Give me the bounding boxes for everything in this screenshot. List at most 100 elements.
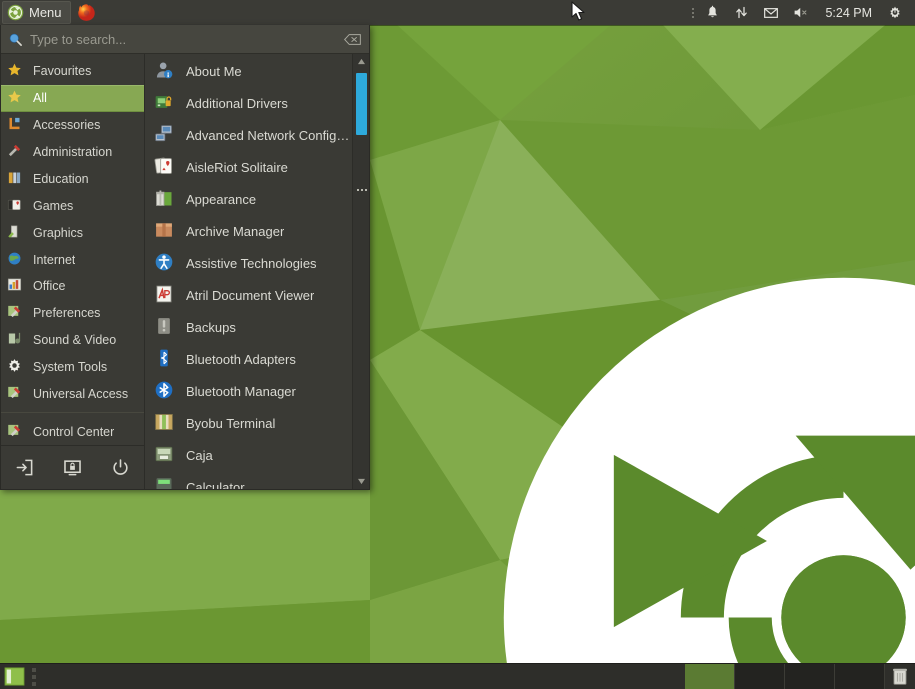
volume-applet[interactable] bbox=[786, 0, 817, 25]
ubuntu-mate-logo-icon bbox=[386, 273, 915, 689]
sidebar-item-label: Preferences bbox=[33, 306, 100, 320]
list-item[interactable]: Atril Document Viewer bbox=[145, 279, 352, 311]
list-item[interactable]: Additional Drivers bbox=[145, 87, 352, 119]
list-item-label: About Me bbox=[186, 64, 242, 79]
gear-icon bbox=[7, 358, 25, 376]
list-item-label: Archive Manager bbox=[186, 224, 284, 239]
sidebar-item-system-tools[interactable]: System Tools bbox=[1, 354, 144, 381]
sidebar-item-universal-access[interactable]: Universal Access bbox=[1, 381, 144, 408]
system-tray: 5:24 PM bbox=[686, 0, 915, 25]
sidebar-separator bbox=[1, 412, 144, 413]
list-item[interactable]: Assistive Technologies bbox=[145, 247, 352, 279]
menu-body: Favourites All Accessories bbox=[1, 54, 369, 489]
office-icon bbox=[7, 277, 25, 295]
appearance-icon bbox=[154, 188, 176, 210]
list-item[interactable]: Advanced Network Configu... bbox=[145, 119, 352, 151]
sidebar-item-label: Favourites bbox=[33, 64, 91, 78]
network-applet[interactable] bbox=[727, 0, 756, 25]
drivers-lock-icon bbox=[154, 92, 176, 114]
sidebar-item-label: Education bbox=[33, 172, 89, 186]
lock-screen-monitor-icon bbox=[63, 458, 82, 477]
sidebar-item-graphics[interactable]: Graphics bbox=[1, 219, 144, 246]
list-item[interactable]: About Me bbox=[145, 55, 352, 87]
list-item[interactable]: Caja bbox=[145, 439, 352, 471]
list-item[interactable]: Calculator bbox=[145, 471, 352, 489]
scroll-up-button[interactable] bbox=[353, 54, 369, 69]
list-item-label: Appearance bbox=[186, 192, 256, 207]
list-item[interactable]: Appearance bbox=[145, 183, 352, 215]
accessories-icon bbox=[7, 116, 25, 134]
session-buttons-row bbox=[1, 445, 144, 489]
bluetooth-adapter-icon bbox=[154, 348, 176, 370]
sidebar-item-label: Internet bbox=[33, 253, 75, 267]
games-cards-icon bbox=[7, 197, 25, 215]
list-item[interactable]: AisleRiot Solitaire bbox=[145, 151, 352, 183]
tray-grip[interactable] bbox=[686, 8, 698, 18]
bluetooth-icon bbox=[154, 380, 176, 402]
list-item-label: Byobu Terminal bbox=[186, 416, 275, 431]
firefox-icon bbox=[77, 3, 96, 22]
scrollbar-track[interactable] bbox=[353, 69, 369, 474]
scroll-down-button[interactable] bbox=[353, 474, 369, 489]
menu-button[interactable]: Menu bbox=[2, 1, 71, 24]
sidebar-item-sound-video[interactable]: Sound & Video bbox=[1, 327, 144, 354]
lock-screen-button[interactable] bbox=[62, 457, 84, 479]
firefox-launcher[interactable] bbox=[76, 2, 98, 24]
backspace-clear-icon[interactable] bbox=[344, 33, 361, 46]
administration-icon bbox=[7, 143, 25, 161]
sidebar-item-education[interactable]: Education bbox=[1, 166, 144, 193]
application-menu: Favourites All Accessories bbox=[0, 25, 370, 490]
sidebar-item-label: Sound & Video bbox=[33, 333, 116, 347]
sidebar-item-games[interactable]: Games bbox=[1, 192, 144, 219]
trash-can-icon bbox=[892, 667, 908, 686]
sidebar-item-all[interactable]: All bbox=[1, 85, 144, 112]
shutdown-button[interactable] bbox=[110, 457, 132, 479]
list-item-label: Caja bbox=[186, 448, 213, 463]
list-item[interactable]: Byobu Terminal bbox=[145, 407, 352, 439]
sidebar-item-administration[interactable]: Administration bbox=[1, 139, 144, 166]
trash-applet[interactable] bbox=[885, 664, 915, 689]
byobu-terminal-icon bbox=[154, 412, 176, 434]
list-item[interactable]: Backups bbox=[145, 311, 352, 343]
calculator-icon bbox=[154, 476, 176, 489]
sidebar-item-preferences[interactable]: Preferences bbox=[1, 300, 144, 327]
network-updown-arrows-icon bbox=[734, 5, 749, 20]
file-manager-icon bbox=[154, 444, 176, 466]
scroll-up-arrow-icon bbox=[357, 58, 366, 65]
list-item[interactable]: Archive Manager bbox=[145, 215, 352, 247]
sidebar-item-label: Control Center bbox=[33, 425, 114, 439]
system-indicator-applet[interactable] bbox=[880, 0, 910, 25]
list-item-label: Backups bbox=[186, 320, 236, 335]
sidebar-item-favourites[interactable]: Favourites bbox=[1, 58, 144, 85]
sidebar-item-label: Graphics bbox=[33, 226, 83, 240]
scrollbar-thumb[interactable] bbox=[356, 73, 367, 135]
workspace-4[interactable] bbox=[835, 664, 885, 689]
education-icon bbox=[7, 170, 25, 188]
notifications-applet[interactable] bbox=[698, 0, 727, 25]
mail-applet[interactable] bbox=[756, 0, 786, 25]
sidebar-item-accessories[interactable]: Accessories bbox=[1, 112, 144, 139]
search-input[interactable] bbox=[30, 32, 337, 47]
workspace-3[interactable] bbox=[785, 664, 835, 689]
list-item[interactable]: Bluetooth Manager bbox=[145, 375, 352, 407]
bottom-panel-grip[interactable] bbox=[26, 668, 42, 686]
star-icon bbox=[7, 89, 25, 107]
sidebar-item-control-center[interactable]: Control Center bbox=[1, 418, 144, 445]
show-desktop-button[interactable] bbox=[2, 666, 26, 688]
sidebar-item-internet[interactable]: Internet bbox=[1, 246, 144, 273]
list-item-label: Atril Document Viewer bbox=[186, 288, 314, 303]
logout-button[interactable] bbox=[14, 457, 36, 479]
sidebar-item-label: Games bbox=[33, 199, 73, 213]
window-task-list[interactable] bbox=[42, 664, 685, 689]
list-item-label: AisleRiot Solitaire bbox=[186, 160, 288, 175]
scroll-down-arrow-icon bbox=[357, 478, 366, 485]
workspace-1[interactable] bbox=[685, 664, 735, 689]
application-list-scrollbar[interactable] bbox=[352, 54, 369, 489]
application-list-wrap: About Me Additional Driv bbox=[145, 54, 369, 489]
clock-applet[interactable]: 5:24 PM bbox=[817, 6, 880, 20]
application-list: About Me Additional Driv bbox=[145, 54, 352, 489]
sidebar-item-office[interactable]: Office bbox=[1, 273, 144, 300]
star-icon bbox=[7, 62, 25, 80]
workspace-2[interactable] bbox=[735, 664, 785, 689]
list-item[interactable]: Bluetooth Adapters bbox=[145, 343, 352, 375]
